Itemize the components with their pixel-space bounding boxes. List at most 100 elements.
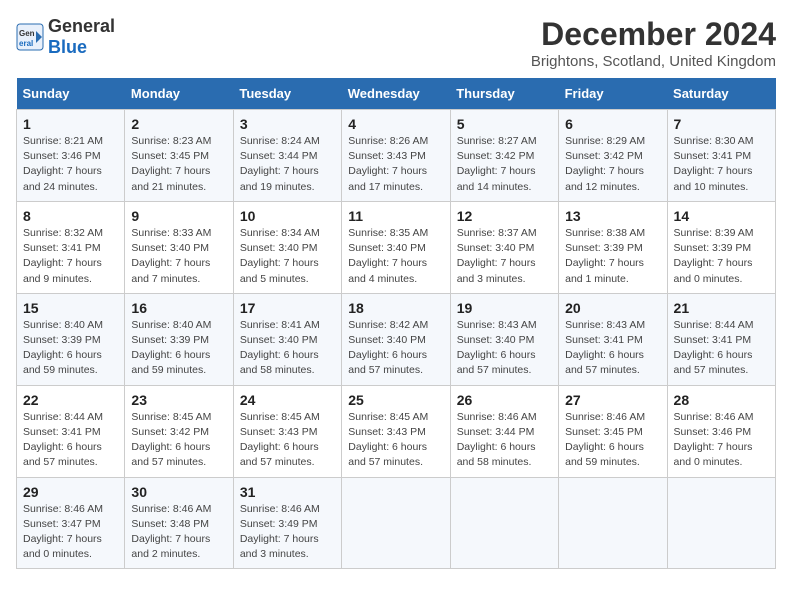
day-number: 14 — [674, 208, 769, 224]
header-day-tuesday: Tuesday — [233, 78, 341, 110]
day-number: 6 — [565, 116, 660, 132]
day-sunrise: Sunrise: 8:46 AM — [457, 411, 537, 423]
calendar-cell: 21 Sunrise: 8:44 AM Sunset: 3:41 PM Dayl… — [667, 293, 775, 385]
day-sunset: Sunset: 3:42 PM — [565, 150, 643, 162]
day-number: 17 — [240, 300, 335, 316]
day-daylight: Daylight: 7 hours and 9 minutes. — [23, 257, 102, 284]
day-sunset: Sunset: 3:46 PM — [674, 426, 752, 438]
day-daylight: Daylight: 6 hours and 58 minutes. — [240, 349, 319, 376]
day-sunset: Sunset: 3:40 PM — [348, 242, 426, 254]
calendar-cell — [667, 477, 775, 569]
calendar-cell: 25 Sunrise: 8:45 AM Sunset: 3:43 PM Dayl… — [342, 385, 450, 477]
day-sunset: Sunset: 3:40 PM — [457, 242, 535, 254]
calendar-cell: 18 Sunrise: 8:42 AM Sunset: 3:40 PM Dayl… — [342, 293, 450, 385]
day-daylight: Daylight: 7 hours and 0 minutes. — [674, 257, 753, 284]
day-number: 2 — [131, 116, 226, 132]
day-number: 11 — [348, 208, 443, 224]
day-sunset: Sunset: 3:40 PM — [131, 242, 209, 254]
day-sunrise: Sunrise: 8:46 AM — [131, 503, 211, 515]
day-number: 26 — [457, 392, 552, 408]
day-daylight: Daylight: 7 hours and 17 minutes. — [348, 165, 427, 192]
day-sunrise: Sunrise: 8:33 AM — [131, 227, 211, 239]
day-sunset: Sunset: 3:41 PM — [565, 334, 643, 346]
day-number: 22 — [23, 392, 118, 408]
calendar-cell: 24 Sunrise: 8:45 AM Sunset: 3:43 PM Dayl… — [233, 385, 341, 477]
day-sunset: Sunset: 3:49 PM — [240, 518, 318, 530]
day-sunrise: Sunrise: 8:34 AM — [240, 227, 320, 239]
day-daylight: Daylight: 7 hours and 1 minute. — [565, 257, 644, 284]
calendar-cell: 19 Sunrise: 8:43 AM Sunset: 3:40 PM Dayl… — [450, 293, 558, 385]
day-number: 12 — [457, 208, 552, 224]
day-daylight: Daylight: 6 hours and 57 minutes. — [565, 349, 644, 376]
calendar-cell: 12 Sunrise: 8:37 AM Sunset: 3:40 PM Dayl… — [450, 201, 558, 293]
day-sunrise: Sunrise: 8:27 AM — [457, 135, 537, 147]
calendar-cell: 8 Sunrise: 8:32 AM Sunset: 3:41 PM Dayli… — [17, 201, 125, 293]
day-daylight: Daylight: 7 hours and 3 minutes. — [240, 533, 319, 560]
day-daylight: Daylight: 6 hours and 57 minutes. — [348, 349, 427, 376]
calendar-cell: 1 Sunrise: 8:21 AM Sunset: 3:46 PM Dayli… — [17, 110, 125, 202]
day-number: 3 — [240, 116, 335, 132]
day-sunrise: Sunrise: 8:30 AM — [674, 135, 754, 147]
calendar-cell: 4 Sunrise: 8:26 AM Sunset: 3:43 PM Dayli… — [342, 110, 450, 202]
day-sunrise: Sunrise: 8:44 AM — [23, 411, 103, 423]
day-number: 20 — [565, 300, 660, 316]
day-number: 13 — [565, 208, 660, 224]
day-sunset: Sunset: 3:44 PM — [457, 426, 535, 438]
day-sunrise: Sunrise: 8:40 AM — [131, 319, 211, 331]
day-sunset: Sunset: 3:41 PM — [23, 242, 101, 254]
day-sunrise: Sunrise: 8:43 AM — [565, 319, 645, 331]
day-sunrise: Sunrise: 8:42 AM — [348, 319, 428, 331]
day-daylight: Daylight: 6 hours and 59 minutes. — [131, 349, 210, 376]
calendar-cell: 17 Sunrise: 8:41 AM Sunset: 3:40 PM Dayl… — [233, 293, 341, 385]
title-area: December 2024 Brightons, Scotland, Unite… — [531, 16, 776, 70]
day-sunset: Sunset: 3:45 PM — [565, 426, 643, 438]
day-sunset: Sunset: 3:43 PM — [348, 150, 426, 162]
calendar-cell: 15 Sunrise: 8:40 AM Sunset: 3:39 PM Dayl… — [17, 293, 125, 385]
day-sunset: Sunset: 3:41 PM — [674, 150, 752, 162]
day-sunset: Sunset: 3:39 PM — [565, 242, 643, 254]
header-row: SundayMondayTuesdayWednesdayThursdayFrid… — [17, 78, 776, 110]
header-day-wednesday: Wednesday — [342, 78, 450, 110]
day-sunset: Sunset: 3:39 PM — [23, 334, 101, 346]
day-daylight: Daylight: 7 hours and 7 minutes. — [131, 257, 210, 284]
day-sunset: Sunset: 3:42 PM — [457, 150, 535, 162]
calendar-cell: 30 Sunrise: 8:46 AM Sunset: 3:48 PM Dayl… — [125, 477, 233, 569]
day-number: 24 — [240, 392, 335, 408]
day-number: 16 — [131, 300, 226, 316]
day-number: 7 — [674, 116, 769, 132]
calendar-cell: 13 Sunrise: 8:38 AM Sunset: 3:39 PM Dayl… — [559, 201, 667, 293]
day-sunrise: Sunrise: 8:40 AM — [23, 319, 103, 331]
day-daylight: Daylight: 6 hours and 59 minutes. — [23, 349, 102, 376]
logo-icon: Gen eral — [16, 23, 44, 51]
day-daylight: Daylight: 6 hours and 57 minutes. — [240, 441, 319, 468]
day-number: 30 — [131, 484, 226, 500]
calendar-cell: 14 Sunrise: 8:39 AM Sunset: 3:39 PM Dayl… — [667, 201, 775, 293]
day-number: 5 — [457, 116, 552, 132]
day-sunrise: Sunrise: 8:45 AM — [348, 411, 428, 423]
day-sunrise: Sunrise: 8:39 AM — [674, 227, 754, 239]
day-number: 9 — [131, 208, 226, 224]
day-sunset: Sunset: 3:48 PM — [131, 518, 209, 530]
calendar-cell: 23 Sunrise: 8:45 AM Sunset: 3:42 PM Dayl… — [125, 385, 233, 477]
calendar-cell — [559, 477, 667, 569]
calendar-cell: 16 Sunrise: 8:40 AM Sunset: 3:39 PM Dayl… — [125, 293, 233, 385]
week-row-1: 1 Sunrise: 8:21 AM Sunset: 3:46 PM Dayli… — [17, 110, 776, 202]
day-sunrise: Sunrise: 8:46 AM — [240, 503, 320, 515]
week-row-2: 8 Sunrise: 8:32 AM Sunset: 3:41 PM Dayli… — [17, 201, 776, 293]
header-day-sunday: Sunday — [17, 78, 125, 110]
day-daylight: Daylight: 6 hours and 57 minutes. — [23, 441, 102, 468]
header-day-thursday: Thursday — [450, 78, 558, 110]
day-sunset: Sunset: 3:43 PM — [240, 426, 318, 438]
day-number: 4 — [348, 116, 443, 132]
day-number: 27 — [565, 392, 660, 408]
header-day-saturday: Saturday — [667, 78, 775, 110]
day-daylight: Daylight: 7 hours and 4 minutes. — [348, 257, 427, 284]
day-sunset: Sunset: 3:42 PM — [131, 426, 209, 438]
day-daylight: Daylight: 6 hours and 57 minutes. — [348, 441, 427, 468]
day-daylight: Daylight: 7 hours and 3 minutes. — [457, 257, 536, 284]
day-sunset: Sunset: 3:39 PM — [131, 334, 209, 346]
day-sunset: Sunset: 3:40 PM — [240, 334, 318, 346]
day-daylight: Daylight: 7 hours and 12 minutes. — [565, 165, 644, 192]
main-title: December 2024 — [531, 16, 776, 53]
calendar-cell: 22 Sunrise: 8:44 AM Sunset: 3:41 PM Dayl… — [17, 385, 125, 477]
